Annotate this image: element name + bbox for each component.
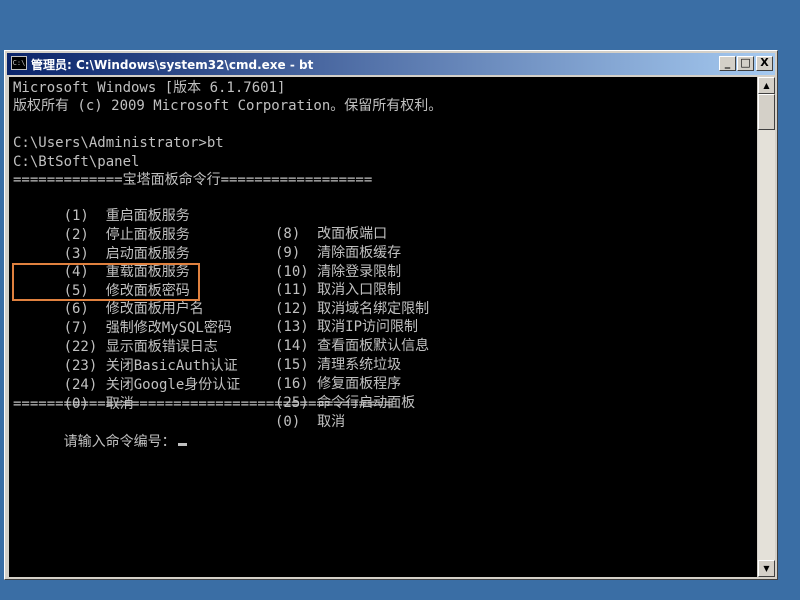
menu-option: (9) 清除面板缓存 [275, 245, 402, 261]
menu-option: (14) 查看面板默认信息 [275, 338, 430, 354]
close-button[interactable]: X [756, 56, 773, 71]
menu-option: (16) 修复面板程序 [275, 376, 402, 392]
menu-row: (4) 重载面板服务 (11) 取消入口限制 [13, 245, 402, 298]
menu-row: (2) 停止面板服务 (9) 清除面板缓存 [13, 208, 402, 261]
path-line: C:\BtSoft\panel [13, 154, 140, 170]
menu-option: (10) 清除登录限制 [275, 264, 402, 280]
menu-option: (15) 清理系统垃圾 [275, 357, 402, 373]
input-prompt: 请输入命令编号： [63, 434, 176, 450]
highlight-box [12, 263, 200, 301]
menu-row: (24) 关闭Google身份认证 (25) 命令行启动面板 [13, 358, 416, 411]
minimize-button[interactable]: _ [719, 56, 736, 71]
menu-option: (11) 取消入口限制 [275, 282, 402, 298]
cmd-window: C:\ 管理员: C:\Windows\system32\cmd.exe - b… [4, 50, 778, 580]
scroll-up-button[interactable]: ▲ [758, 77, 775, 94]
menu-option: (8) 改面板端口 [275, 226, 388, 242]
menu-header: =============宝塔面板命令行================== [13, 172, 373, 188]
menu-row: (0) 取消 (0) 取消 [13, 377, 346, 430]
menu-row: (1) 重启面板服务 (8) 改面板端口 [13, 189, 388, 242]
menu-footer: ========================================… [13, 396, 393, 412]
maximize-button[interactable]: □ [737, 56, 754, 71]
window-title: 管理员: C:\Windows\system32\cmd.exe - bt [31, 58, 314, 72]
prompt-command-line: C:\Users\Administrator>bt [13, 135, 224, 151]
scroll-thumb[interactable] [758, 94, 775, 130]
menu-row: (23) 关闭BasicAuth认证 (16) 修复面板程序 [13, 339, 402, 392]
version-line: Microsoft Windows [版本 6.1.7601] [13, 80, 286, 96]
menu-option: (13) 取消IP访问限制 [275, 319, 419, 335]
menu-option: (0) 取消 [275, 414, 346, 430]
console-output[interactable]: Microsoft Windows [版本 6.1.7601] 版权所有 (c)… [9, 77, 757, 577]
menu-row: (7) 强制修改MySQL密码 (14) 查看面板默认信息 [13, 301, 430, 354]
console-icon[interactable]: C:\ [11, 56, 27, 70]
menu-option: (12) 取消域名绑定限制 [275, 301, 430, 317]
scroll-down-button[interactable]: ▼ [758, 560, 775, 577]
title-bar[interactable]: C:\ 管理员: C:\Windows\system32\cmd.exe - b… [7, 53, 775, 75]
command-input-line[interactable]: 请输入命令编号： [13, 415, 187, 450]
copyright-line: 版权所有 (c) 2009 Microsoft Corporation。保留所有… [13, 98, 443, 114]
menu-row: (22) 显示面板错误日志 (15) 清理系统垃圾 [13, 320, 402, 373]
vertical-scrollbar[interactable]: ▲ ▼ [758, 77, 775, 577]
text-cursor [177, 443, 187, 446]
menu-row: (3) 启动面板服务 (10) 清除登录限制 [13, 227, 402, 280]
